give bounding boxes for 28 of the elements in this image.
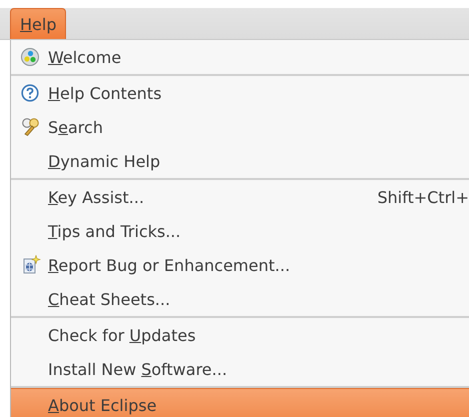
menu-item-label: Cheat Sheets... (48, 290, 170, 308)
menu-item[interactable]: Cheat Sheets... (11, 282, 469, 316)
menu-item[interactable]: Welcome (11, 40, 469, 74)
menu-item[interactable]: Check for Updates (11, 318, 469, 352)
help-icon (21, 84, 39, 102)
menu-item-label: Report Bug or Enhancement... (48, 256, 290, 274)
menu-item[interactable]: Help Contents (11, 76, 469, 110)
menu-item[interactable]: Tips and Tricks... (11, 214, 469, 248)
menu-item-label: Help Contents (48, 84, 162, 102)
key-icon (21, 118, 41, 136)
menu-item-label: Check for Updates (48, 326, 196, 344)
menu-item-label: Welcome (48, 48, 122, 66)
menu-item-label: Install New Software... (48, 360, 228, 378)
menu-item[interactable]: Key Assist... Shift+Ctrl+ (11, 180, 469, 214)
menu-item[interactable]: Report Bug or Enhancement... (11, 248, 469, 282)
menu-item-label: Search (48, 118, 103, 136)
circles-icon (21, 48, 39, 66)
menu-item-label: Dynamic Help (48, 152, 160, 170)
menu-item[interactable]: Dynamic Help (11, 144, 469, 178)
bug-icon (21, 255, 41, 275)
menu-item[interactable]: Search (11, 110, 469, 144)
help-menu[interactable]: Help (10, 8, 66, 39)
menu-item-label: Key Assist... (48, 188, 144, 206)
menu-item[interactable]: Install New Software... (11, 352, 469, 386)
menu-item[interactable]: About Eclipse (11, 388, 469, 417)
menu-item-label: About Eclipse (48, 396, 157, 415)
shortcut-text: Shift+Ctrl+ (377, 188, 469, 206)
menu-item-label: Tips and Tricks... (48, 222, 181, 240)
